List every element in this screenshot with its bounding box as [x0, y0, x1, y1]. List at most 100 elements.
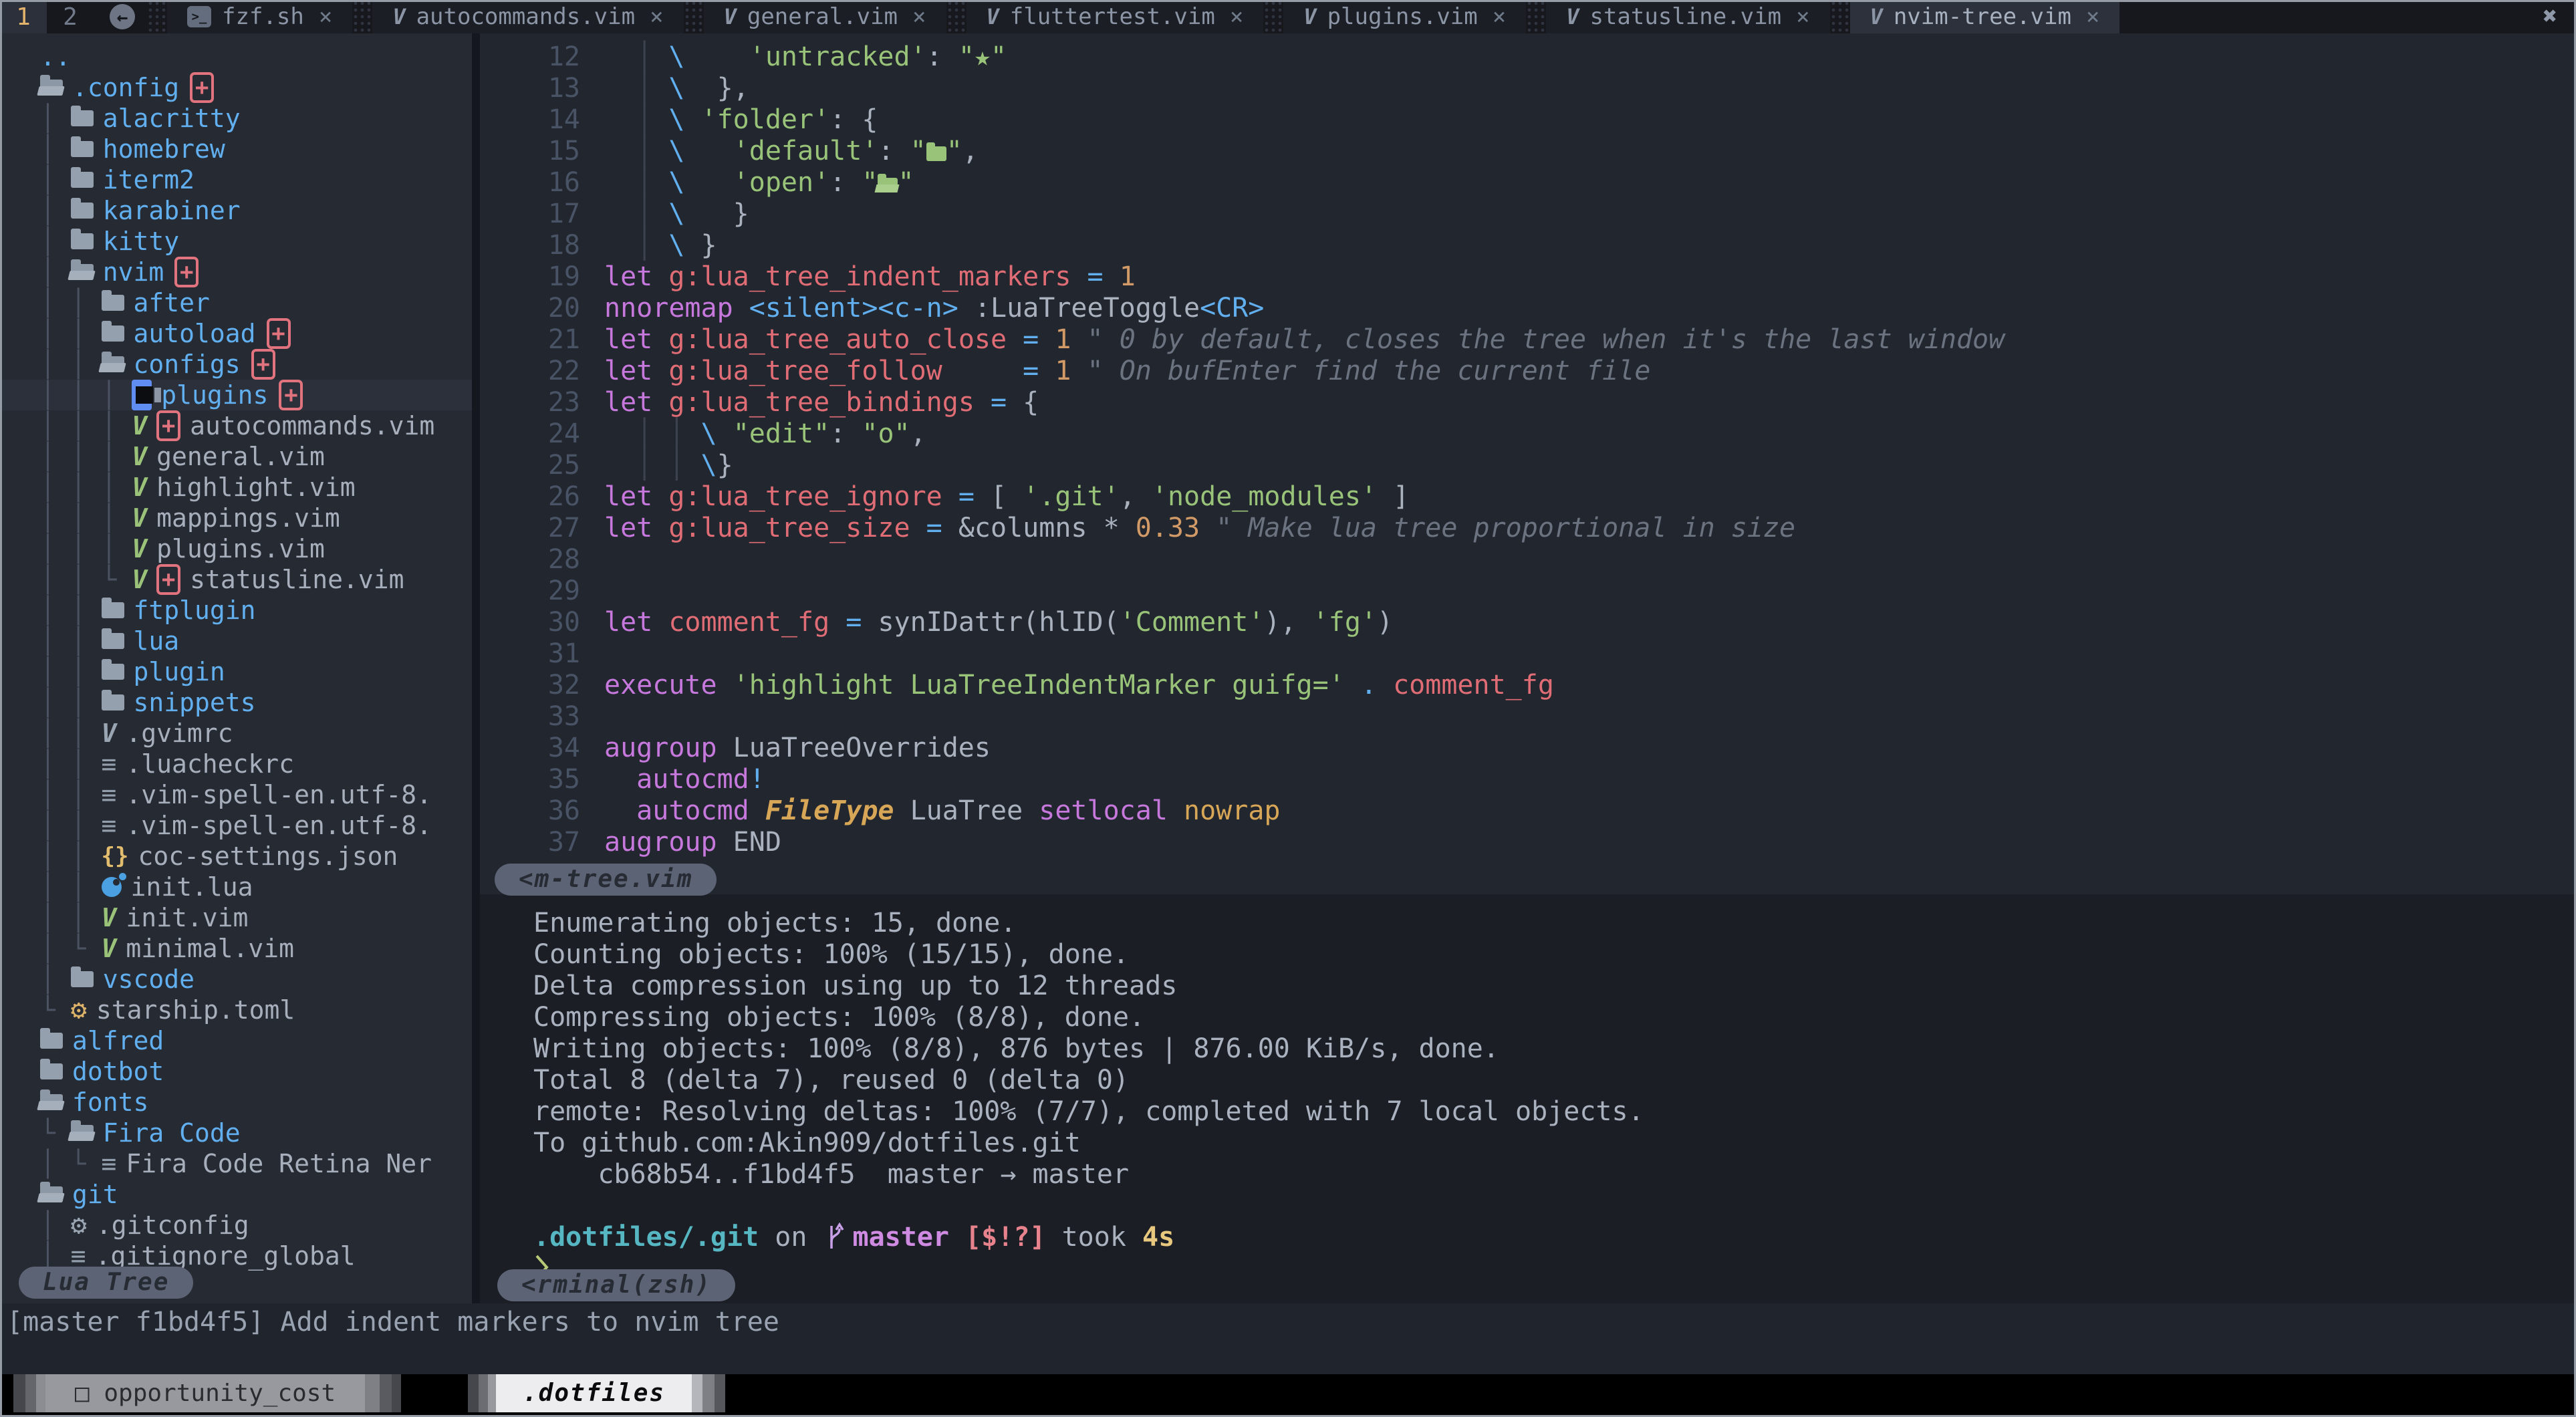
back-arrow-icon[interactable]: ←: [110, 4, 135, 29]
tree-item-fonts[interactable]: fonts: [0, 1087, 472, 1118]
tree-item-.vim-spell-en.utf-8.[interactable]: │ │ ≡.vim-spell-en.utf-8.: [0, 779, 472, 810]
line-number: 21: [507, 324, 580, 353]
code-token: =: [1087, 261, 1104, 292]
tree-item-autocommands.vim[interactable]: │ │ │ V+autocommands.vim: [0, 410, 472, 441]
vim-icon: V: [1870, 4, 1883, 29]
code-token: [1071, 356, 1087, 386]
tree-item-alfred[interactable]: alfred: [0, 1025, 472, 1056]
tree-item-coc-settings.json[interactable]: │ │ {}coc-settings.json: [0, 841, 472, 872]
code-token: [1071, 261, 1087, 292]
tab-statusline.vim[interactable]: Vstatusline.vim×: [1546, 0, 1829, 33]
vim-file-icon: V: [132, 410, 147, 441]
tree-item-lua[interactable]: │ │ lua: [0, 626, 472, 656]
terminal-window-pill: <rminal(zsh): [497, 1269, 735, 1301]
tree-item-init.vim[interactable]: │ │ Vinit.vim: [0, 902, 472, 933]
tree-item-.gitconfig[interactable]: │ ⚙.gitconfig: [0, 1210, 472, 1241]
code-token: =: [1023, 356, 1039, 386]
tree-item-plugins.vim[interactable]: │ │ │ Vplugins.vim: [0, 533, 472, 564]
tab-fzf.sh[interactable]: >_fzf.sh×: [167, 0, 352, 33]
tab-general.vim[interactable]: Vgeneral.vim×: [704, 0, 946, 33]
tree-item-ftplugin[interactable]: │ │ ftplugin: [0, 595, 472, 626]
tree-item-starship.toml[interactable]: └ ⚙starship.toml: [0, 995, 472, 1025]
code-token: 1: [1055, 356, 1071, 386]
editor-pane[interactable]: 12 │ \ 'untracked': "★"13 │ \ },14 │ \ '…: [480, 33, 2576, 894]
code-token: g:lua_tree_size: [668, 513, 910, 543]
tree-indent-guides: │ │ │: [40, 472, 132, 503]
tmux-pane-indicator-2[interactable]: 2: [47, 0, 94, 33]
tmux-pane-indicator-1[interactable]: 1: [0, 0, 47, 33]
code-line: 37augroup END: [480, 824, 2576, 856]
tree-item-after[interactable]: │ │ after: [0, 287, 472, 318]
line-number: 17: [507, 199, 580, 227]
folder-icon: [102, 694, 124, 711]
tree-item-Fira-Code-Retina-Ner[interactable]: │ └ ≡Fira Code Retina Ner: [0, 1148, 472, 1179]
code-line: 23let g:lua_tree_bindings = {: [480, 384, 2576, 416]
tree-item-minimal.vim[interactable]: │ └ Vminimal.vim: [0, 933, 472, 964]
code-token: [717, 418, 733, 449]
tree-item-.config[interactable]: .config+: [0, 72, 472, 103]
pane-divider[interactable]: [472, 33, 480, 1303]
new-file-badge-icon: +: [251, 349, 275, 380]
tree-item-homebrew[interactable]: │ homebrew: [0, 134, 472, 164]
tree-item-Fira-Code[interactable]: └ Fira Code: [0, 1118, 472, 1148]
tree-item-highlight.vim[interactable]: │ │ │ Vhighlight.vim: [0, 472, 472, 503]
tree-item-plugins[interactable]: │ │ │ plugins+: [0, 380, 472, 410]
tab-fluttertest.vim[interactable]: Vfluttertest.vim×: [967, 0, 1264, 33]
tree-item-..[interactable]: ..: [0, 41, 472, 72]
tab-nvim-tree.vim[interactable]: Vnvim-tree.vim×: [1850, 0, 2120, 33]
tab-close-icon[interactable]: ×: [1493, 3, 1506, 30]
vim-file-icon: V: [132, 564, 147, 595]
tree-item-label: ..: [40, 41, 71, 72]
tree-item-vscode[interactable]: │ vscode: [0, 964, 472, 995]
tmux-window-opportunity-cost[interactable]: □ opportunity_cost: [13, 1374, 401, 1412]
tree-item-nvim[interactable]: │ nvim+: [0, 257, 472, 287]
tree-item-mappings.vim[interactable]: │ │ │ Vmappings.vim: [0, 503, 472, 533]
tree-item-git[interactable]: git: [0, 1179, 472, 1210]
tab-separator-dots: [1830, 0, 1850, 33]
tab-close-icon[interactable]: ×: [319, 3, 332, 30]
tree-item-.vim-spell-en.utf-8.[interactable]: │ │ ≡.vim-spell-en.utf-8.: [0, 810, 472, 841]
tree-item-label: init.vim: [126, 902, 248, 933]
tree-item-plugin[interactable]: │ │ plugin: [0, 656, 472, 687]
vim-file-icon: V: [132, 472, 147, 503]
tab-plugins.vim[interactable]: Vplugins.vim×: [1283, 0, 1526, 33]
tree-item-label: autoload: [134, 318, 256, 349]
tree-item-autoload[interactable]: │ │ autoload+: [0, 318, 472, 349]
tree-item-.luacheckrc[interactable]: │ │ ≡.luacheckrc: [0, 749, 472, 779]
file-tree-panel: ...config+│ alacritty│ homebrew│ iterm2│…: [0, 33, 472, 1303]
code-token: : {: [829, 104, 878, 135]
tree-item-.gvimrc[interactable]: │ │ V.gvimrc: [0, 718, 472, 749]
code-token: [749, 795, 765, 826]
tab-close-icon[interactable]: ×: [2086, 3, 2099, 30]
code-token: !: [749, 764, 765, 795]
terminal-pane[interactable]: Enumerating objects: 15, done.Counting o…: [480, 894, 2576, 1303]
tree-item-karabiner[interactable]: │ karabiner: [0, 195, 472, 226]
tree-item-alacritty[interactable]: │ alacritty: [0, 103, 472, 134]
tab-close-icon[interactable]: ×: [912, 3, 926, 30]
folder-icon: [71, 141, 94, 157]
code-token: " Make lua tree proportional in size: [1216, 513, 1795, 543]
tab-separator-dots: [946, 0, 967, 33]
close-all-icon[interactable]: ✖: [2543, 3, 2557, 30]
tree-item-kitty[interactable]: │ kitty: [0, 226, 472, 257]
tree-item-label: iterm2: [103, 164, 195, 195]
tab-close-icon[interactable]: ×: [650, 3, 663, 30]
code-line: 13 │ \ },: [480, 70, 2576, 102]
code-text: augroup LuaTreeOverrides: [604, 733, 991, 761]
code-token: :: [878, 136, 910, 166]
tab-close-icon[interactable]: ×: [1230, 3, 1243, 30]
tree-item-snippets[interactable]: │ │ snippets: [0, 687, 472, 718]
tree-item-configs[interactable]: │ │ configs+: [0, 349, 472, 380]
line-number: 26: [507, 481, 580, 510]
tree-item-init.lua[interactable]: │ │ init.lua: [0, 872, 472, 902]
tab-autocommands.vim[interactable]: Vautocommands.vim×: [372, 0, 683, 33]
tab-close-icon[interactable]: ×: [1796, 3, 1809, 30]
tree-item-statusline.vim[interactable]: │ │ └ V+statusline.vim: [0, 564, 472, 595]
code-token: 'default': [733, 136, 878, 166]
tree-item-general.vim[interactable]: │ │ │ Vgeneral.vim: [0, 441, 472, 472]
new-file-badge-icon: +: [156, 410, 180, 441]
code-token: },: [684, 73, 749, 104]
tmux-window-dotfiles[interactable]: .dotfiles: [468, 1374, 725, 1412]
tree-item-dotbot[interactable]: dotbot: [0, 1056, 472, 1087]
tree-item-iterm2[interactable]: │ iterm2: [0, 164, 472, 195]
